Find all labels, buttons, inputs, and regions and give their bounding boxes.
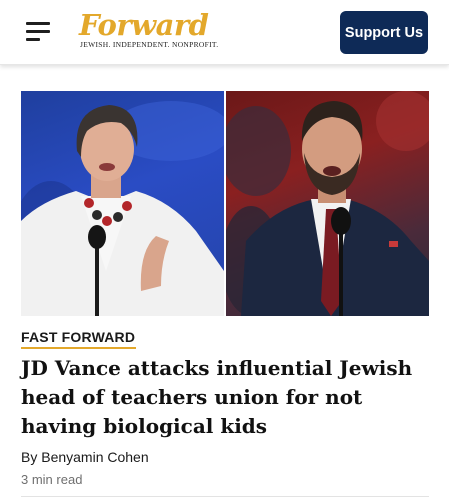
read-time: 3 min read — [21, 472, 83, 487]
hero-photo-left — [21, 91, 224, 316]
article-hero-image[interactable] — [21, 91, 429, 316]
section-label[interactable]: FAST FORWARD — [21, 329, 135, 345]
speaker-man-illustration — [226, 91, 429, 316]
divider — [21, 496, 429, 497]
logo-wordmark: Forward — [79, 8, 209, 42]
speaker-woman-illustration — [21, 101, 224, 316]
article-headline[interactable]: JD Vance attacks influential Jewish head… — [21, 354, 433, 441]
article-byline[interactable]: By Benyamin Cohen — [21, 449, 149, 465]
site-header: Forward JEWISH. INDEPENDENT. NONPROFIT. … — [0, 0, 449, 65]
support-us-button[interactable]: Support Us — [340, 11, 428, 54]
forward-logo[interactable]: Forward JEWISH. INDEPENDENT. NONPROFIT. — [79, 9, 218, 49]
hero-photo-right — [226, 91, 429, 316]
logo-tagline: JEWISH. INDEPENDENT. NONPROFIT. — [80, 40, 219, 49]
section-underline — [21, 347, 136, 349]
hamburger-menu-icon[interactable] — [26, 20, 52, 44]
